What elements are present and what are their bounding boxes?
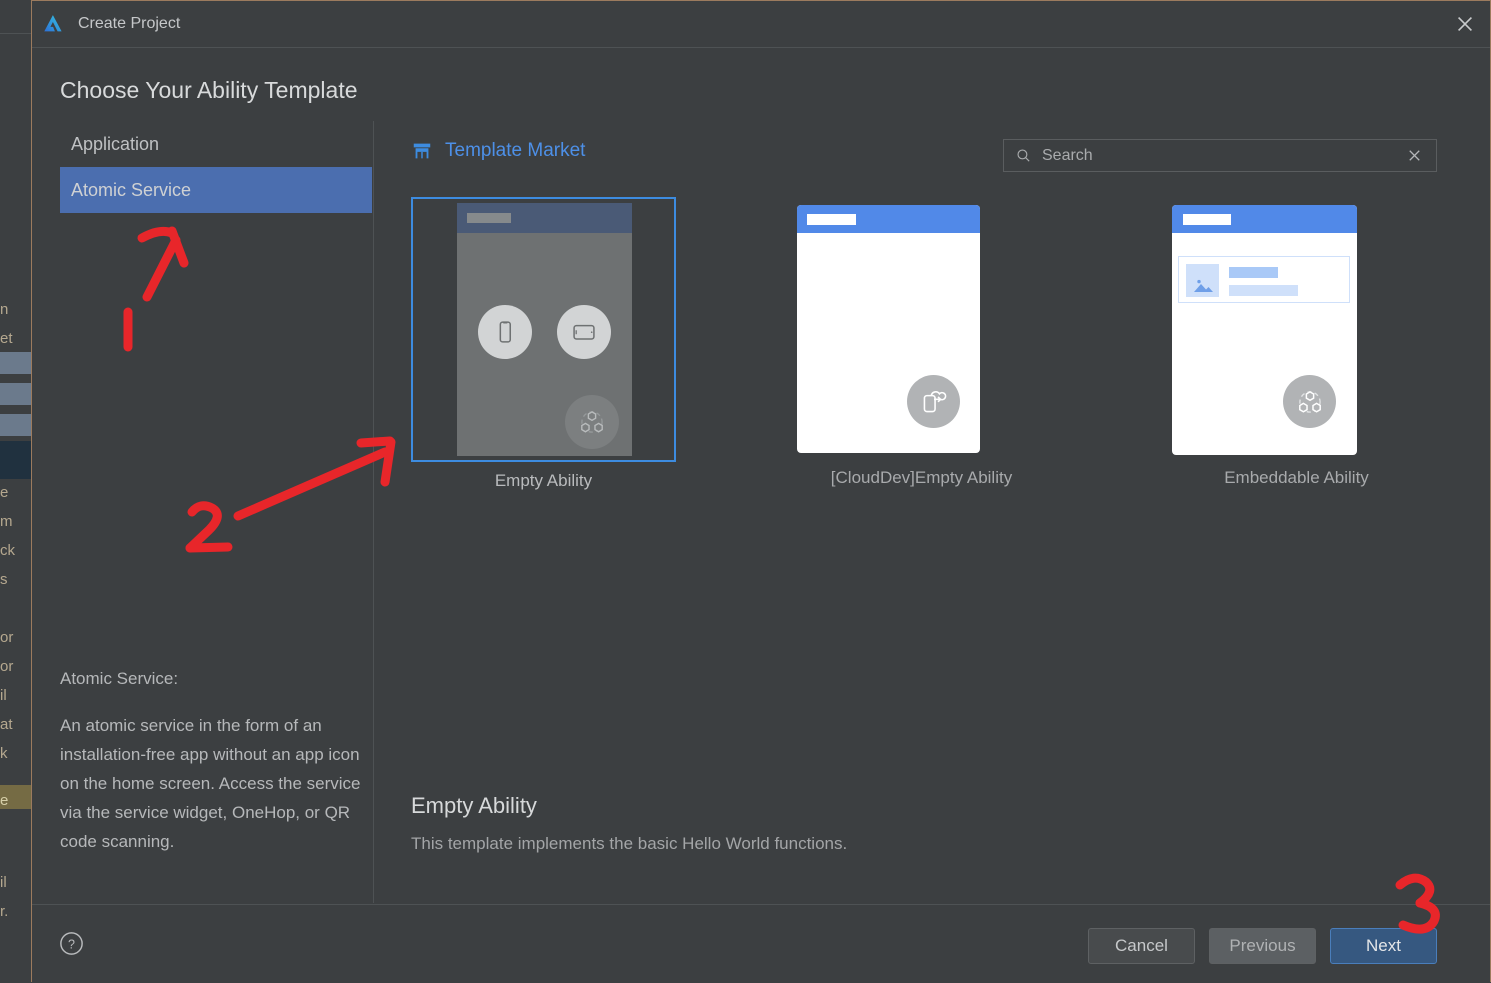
template-card-empty-ability[interactable]: Empty Ability bbox=[411, 197, 676, 491]
art-text-line bbox=[1229, 267, 1278, 278]
template-grid: Empty Ability [CloudDev]Empty Ability Em… bbox=[411, 197, 1471, 490]
share-ability-icon bbox=[565, 395, 619, 449]
template-art-embeddable bbox=[1172, 205, 1357, 455]
category-panel: Application Atomic Service Atomic Servic… bbox=[32, 121, 374, 903]
deveco-logo-icon bbox=[44, 15, 62, 32]
art-text-line bbox=[1229, 285, 1298, 296]
dialog-titlebar: Create Project bbox=[32, 1, 1490, 48]
search-input[interactable] bbox=[1040, 145, 1405, 166]
close-icon[interactable] bbox=[1440, 1, 1490, 46]
dialog-footer: ? Cancel Previous Next bbox=[32, 904, 1490, 983]
help-circle-icon[interactable]: ? bbox=[59, 931, 84, 956]
search-field[interactable] bbox=[1003, 139, 1437, 172]
sidebar-item-label: Atomic Service bbox=[71, 179, 192, 200]
selected-template-description: This template implements the basic Hello… bbox=[411, 834, 848, 853]
previous-button[interactable]: Previous bbox=[1209, 928, 1316, 964]
template-card-label: Empty Ability bbox=[494, 471, 593, 490]
clear-search-icon[interactable] bbox=[1405, 146, 1424, 165]
sidebar-item-label: Application bbox=[71, 133, 160, 154]
art-title-pill bbox=[467, 213, 511, 223]
category-description-title: Atomic Service: bbox=[60, 669, 179, 688]
category-description: Atomic Service: An atomic service in the… bbox=[60, 664, 368, 856]
art-widget-card bbox=[1178, 256, 1350, 303]
sidebar-item-atomic-service[interactable]: Atomic Service bbox=[60, 167, 372, 213]
template-card-embeddable-ability[interactable]: Embeddable Ability bbox=[1164, 197, 1429, 488]
template-card-preview bbox=[1164, 197, 1429, 459]
template-panel: Template Market Search Empty Ability [Cl… bbox=[375, 121, 1490, 903]
phone-icon bbox=[478, 305, 532, 359]
art-title-pill bbox=[1183, 214, 1231, 225]
image-placeholder-icon bbox=[1186, 264, 1219, 297]
art-titlebar bbox=[797, 205, 980, 233]
template-art-clouddev bbox=[797, 205, 980, 453]
art-titlebar bbox=[1172, 205, 1357, 233]
cancel-button[interactable]: Cancel bbox=[1088, 928, 1195, 964]
dialog-title: Create Project bbox=[78, 15, 181, 32]
art-title-pill bbox=[807, 214, 856, 225]
template-art-empty-ability bbox=[457, 203, 632, 456]
cloud-phone-icon bbox=[907, 375, 960, 428]
sidebar-item-application[interactable]: Application bbox=[60, 121, 372, 167]
storefront-icon bbox=[413, 143, 431, 159]
search-icon bbox=[1017, 149, 1030, 162]
svg-text:?: ? bbox=[68, 937, 75, 951]
template-card-label: Embeddable Ability bbox=[1224, 468, 1369, 487]
template-card-label: [CloudDev]Empty Ability bbox=[830, 468, 1013, 487]
template-market-label[interactable]: Template Market bbox=[445, 140, 585, 162]
share-ability-icon bbox=[1283, 375, 1336, 428]
create-project-dialog: Create Project Choose Your Ability Templ… bbox=[31, 0, 1491, 982]
template-card-preview bbox=[789, 197, 1054, 459]
page-title: Choose Your Ability Template bbox=[60, 77, 358, 103]
background-editor-strip: n et e m ck s or or il at k e il r. bbox=[0, 0, 33, 982]
template-card-clouddev-empty-ability[interactable]: [CloudDev]Empty Ability bbox=[789, 197, 1054, 488]
tablet-icon bbox=[557, 305, 611, 359]
template-market-link[interactable]: Template Market bbox=[411, 140, 585, 162]
selected-template-name: Empty Ability bbox=[411, 793, 537, 818]
selected-template-info: Empty Ability This template implements t… bbox=[411, 793, 847, 854]
template-card-preview bbox=[411, 197, 676, 462]
category-description-body: An atomic service in the form of an inst… bbox=[60, 716, 361, 851]
next-button[interactable]: Next bbox=[1330, 928, 1437, 964]
